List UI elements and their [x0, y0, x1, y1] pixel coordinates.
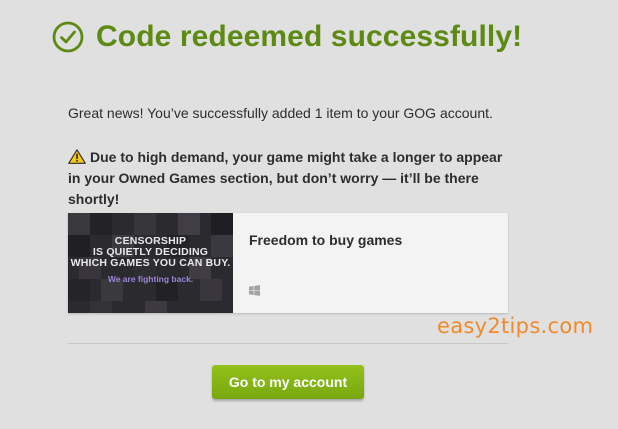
page-title: Code redeemed successfully! [96, 20, 523, 53]
product-thumbnail[interactable]: CENSORSHIP IS QUIETLY DECIDING WHICH GAM… [68, 213, 233, 313]
thumbnail-tagline: We are fighting back. [107, 274, 194, 284]
product-name[interactable]: Freedom to buy games [249, 232, 402, 248]
warning-icon [68, 149, 86, 164]
warning-message: Due to high demand, your game might take… [68, 147, 518, 210]
product-card[interactable]: CENSORSHIP IS QUIETLY DECIDING WHICH GAM… [68, 213, 508, 313]
header: Code redeemed successfully! [52, 20, 522, 54]
warning-text: Due to high demand, your game might take… [68, 149, 503, 207]
divider [68, 343, 508, 344]
check-circle-icon [52, 21, 84, 53]
go-to-account-button[interactable]: Go to my account [212, 365, 364, 399]
thumbnail-line: WHICH GAMES YOU CAN BUY. [70, 257, 231, 269]
product-info: Freedom to buy games [233, 213, 508, 313]
redeem-success-page: Code redeemed successfully! Great news! … [0, 0, 618, 429]
thumbnail-headline: CENSORSHIP IS QUIETLY DECIDING WHICH GAM… [68, 236, 233, 269]
windows-icon [249, 285, 260, 296]
success-message: Great news! You’ve successfully added 1 … [68, 105, 493, 121]
watermark: easy2tips.com [437, 314, 594, 338]
